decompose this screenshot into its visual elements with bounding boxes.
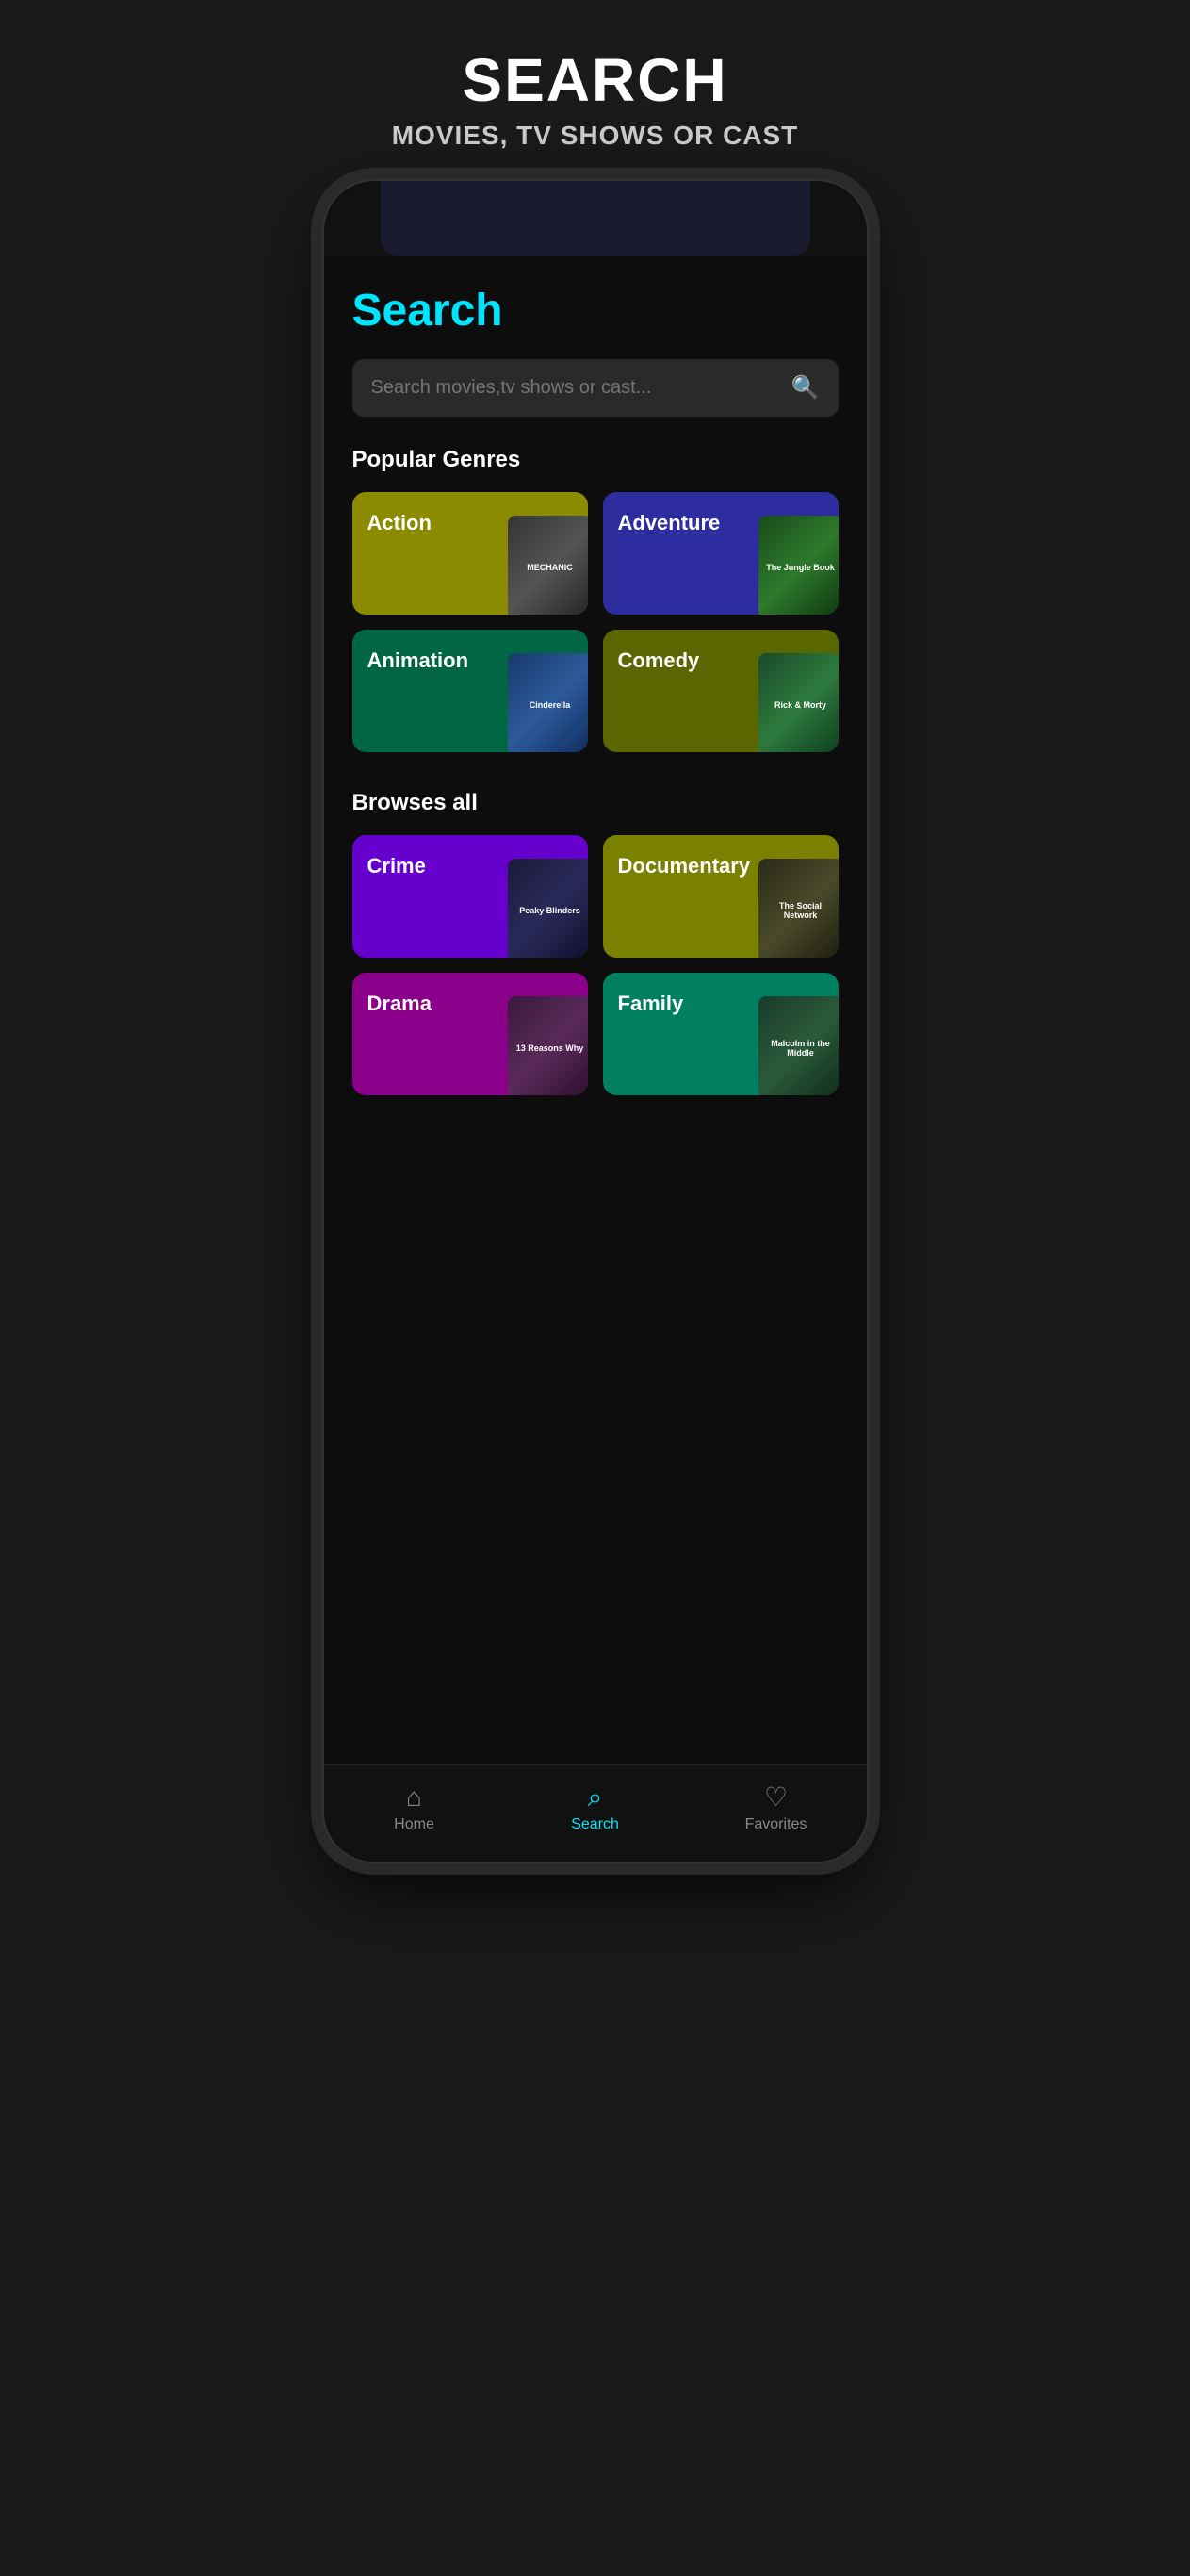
genre-card-documentary[interactable]: Documentary The Social Network [603, 835, 839, 958]
bottom-navigation: ⌂ Home ⌕ Search ♡ Favorites [324, 1764, 867, 1862]
nav-label-favorites: Favorites [745, 1816, 807, 1833]
genre-label-comedy: Comedy [618, 648, 700, 672]
nav-item-search[interactable]: ⌕ Search [505, 1784, 686, 1833]
genre-label-documentary: Documentary [618, 854, 751, 878]
phone-device: Search 🔍 Popular Genres Action MECHANIC … [322, 179, 869, 1863]
genre-card-action[interactable]: Action MECHANIC [352, 492, 588, 615]
genre-image-documentary: The Social Network [758, 859, 839, 958]
genre-card-drama[interactable]: Drama 13 Reasons Why [352, 973, 588, 1095]
genre-label-drama: Drama [367, 992, 432, 1015]
nav-label-home: Home [394, 1816, 434, 1833]
genre-image-adventure: The Jungle Book [758, 516, 839, 615]
genre-card-comedy[interactable]: Comedy Rick & Morty [603, 630, 839, 752]
phone-screen: Search 🔍 Popular Genres Action MECHANIC … [324, 256, 867, 1764]
genre-poster-comedy: Rick & Morty [758, 653, 839, 752]
popular-genres-grid: Action MECHANIC Adventure The Jungle Boo… [352, 492, 839, 752]
genre-image-family: Malcolm in the Middle [758, 996, 839, 1095]
genre-label-action: Action [367, 511, 432, 534]
search-input[interactable] [371, 377, 791, 399]
popular-genres-label: Popular Genres [352, 447, 839, 473]
genre-label-crime: Crime [367, 854, 426, 878]
search-icon[interactable]: 🔍 [791, 374, 820, 402]
nav-label-search: Search [571, 1816, 619, 1833]
search-bar[interactable]: 🔍 [352, 359, 839, 417]
browses-all-label: Browses all [352, 790, 839, 816]
nav-icon-search: ⌕ [588, 1784, 603, 1811]
genre-poster-animation: Cinderella [508, 653, 588, 752]
page-title: Search [352, 285, 839, 336]
genre-poster-adventure: The Jungle Book [758, 516, 839, 615]
genre-poster-documentary: The Social Network [758, 859, 839, 958]
genre-poster-action: MECHANIC [508, 516, 588, 615]
banner-title: SEARCH [19, 47, 1171, 113]
genre-poster-drama: 13 Reasons Why [508, 996, 588, 1095]
genre-label-animation: Animation [367, 648, 469, 672]
banner-subtitle: MOVIES, TV SHOWS OR CAST [19, 121, 1171, 151]
genre-image-action: MECHANIC [508, 516, 588, 615]
genre-label-adventure: Adventure [618, 511, 721, 534]
genre-image-crime: Peaky Blinders [508, 859, 588, 958]
genre-card-adventure[interactable]: Adventure The Jungle Book [603, 492, 839, 615]
nav-icon-favorites: ♡ [764, 1784, 788, 1811]
top-banner: SEARCH MOVIES, TV SHOWS OR CAST [0, 0, 1190, 179]
genre-card-crime[interactable]: Crime Peaky Blinders [352, 835, 588, 958]
phone-notch [381, 181, 810, 256]
genre-image-animation: Cinderella [508, 653, 588, 752]
nav-icon-home: ⌂ [406, 1784, 422, 1811]
genre-card-family[interactable]: Family Malcolm in the Middle [603, 973, 839, 1095]
genre-image-drama: 13 Reasons Why [508, 996, 588, 1095]
genre-poster-crime: Peaky Blinders [508, 859, 588, 958]
browses-all-grid: Crime Peaky Blinders Documentary The Soc… [352, 835, 839, 1095]
genre-label-family: Family [618, 992, 684, 1015]
genre-image-comedy: Rick & Morty [758, 653, 839, 752]
nav-item-home[interactable]: ⌂ Home [324, 1784, 505, 1833]
genre-card-animation[interactable]: Animation Cinderella [352, 630, 588, 752]
nav-item-favorites[interactable]: ♡ Favorites [686, 1784, 867, 1833]
genre-poster-family: Malcolm in the Middle [758, 996, 839, 1095]
